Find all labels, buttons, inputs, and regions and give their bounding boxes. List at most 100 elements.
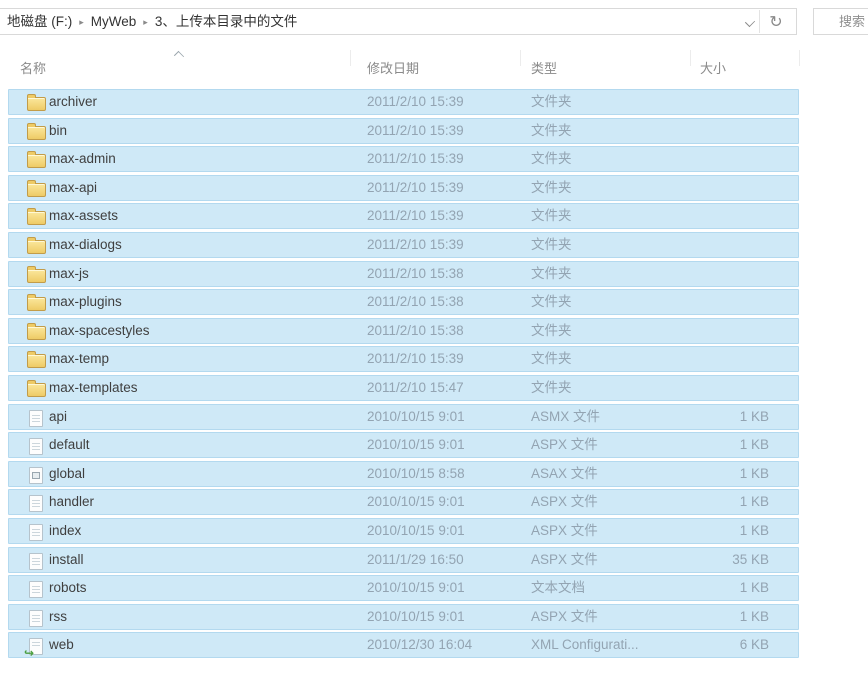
column-header-size[interactable]: 大小 <box>700 58 726 77</box>
column-header-row: 名称 修改日期 类型 大小 <box>0 46 868 84</box>
sort-ascending-icon <box>173 50 185 62</box>
document-icon <box>29 609 43 627</box>
file-row[interactable]: rss 2010/10/15 9:01 ASPX 文件 1 KB <box>8 603 799 630</box>
file-date-modified: 2011/2/10 15:39 <box>367 151 464 167</box>
chevron-down-icon[interactable] <box>744 16 756 28</box>
file-type: 文本文档 <box>531 580 585 596</box>
breadcrumb-item[interactable]: MyWeb <box>87 14 141 29</box>
file-date-modified: 2011/2/10 15:39 <box>367 94 464 109</box>
document-icon <box>29 495 43 513</box>
file-row[interactable]: max-plugins 2011/2/10 15:38 文件夹 <box>8 289 799 316</box>
file-row[interactable]: web 2010/12/30 16:04 XML Configurati... … <box>8 632 799 660</box>
file-type: 文件夹 <box>531 236 572 252</box>
file-name: max-plugins <box>49 294 122 310</box>
file-size: 35 KB <box>732 551 769 567</box>
folder-icon <box>27 351 46 369</box>
file-date-modified: 2011/2/10 15:39 <box>367 179 464 195</box>
breadcrumb-item[interactable]: 地磁盘 (F:) <box>3 14 76 29</box>
xml-config-icon <box>24 638 43 660</box>
folder-icon <box>27 179 46 197</box>
file-type: XML Configurati... <box>531 637 639 653</box>
file-row[interactable]: max-js 2011/2/10 15:38 文件夹 <box>8 260 799 287</box>
file-date-modified: 2010/12/30 16:04 <box>367 637 473 653</box>
file-date-modified: 2010/10/15 9:01 <box>367 608 465 624</box>
file-row[interactable]: max-dialogs 2011/2/10 15:39 文件夹 <box>8 231 799 258</box>
column-header-date[interactable]: 修改日期 <box>367 58 419 77</box>
file-name: web <box>49 637 74 653</box>
folder-icon <box>27 236 46 254</box>
file-row[interactable]: bin 2011/2/10 15:39 文件夹 <box>8 117 799 144</box>
column-header-type[interactable]: 类型 <box>531 58 557 77</box>
file-row[interactable]: default 2010/10/15 9:01 ASPX 文件 1 KB <box>8 432 799 459</box>
file-date-modified: 2011/2/10 15:38 <box>367 265 464 281</box>
document-icon <box>29 523 43 541</box>
folder-icon <box>27 265 46 283</box>
file-name: default <box>49 437 90 453</box>
file-type: 文件夹 <box>531 351 572 367</box>
file-size: 6 KB <box>739 637 769 653</box>
file-row[interactable]: max-spacestyles 2011/2/10 15:38 文件夹 <box>8 317 799 344</box>
folder-icon <box>27 94 46 111</box>
file-name: max-js <box>49 265 89 281</box>
refresh-button[interactable]: ↻ <box>762 9 790 34</box>
file-name: max-temp <box>49 351 110 367</box>
file-date-modified: 2011/2/10 15:39 <box>367 122 464 138</box>
file-date-modified: 2010/10/15 9:01 <box>367 580 465 596</box>
folder-icon <box>27 379 46 397</box>
address-bar[interactable]: 地磁盘 (F:) ▸ MyWeb ▸ 3、上传本目录中的文件 ↻ <box>0 8 797 35</box>
document-icon <box>29 581 43 599</box>
file-row[interactable]: max-temp 2011/2/10 15:39 文件夹 <box>8 346 799 373</box>
file-name: max-admin <box>49 151 116 167</box>
search-label: 搜索 <box>839 14 866 29</box>
file-row[interactable]: api 2010/10/15 9:01 ASMX 文件 1 KB <box>8 403 799 430</box>
file-type: ASAX 文件 <box>531 465 598 481</box>
file-row[interactable]: install 2011/1/29 16:50 ASPX 文件 35 KB <box>8 546 799 573</box>
file-date-modified: 2010/10/15 9:01 <box>367 437 465 453</box>
breadcrumb-item[interactable]: 3、上传本目录中的文件 <box>151 14 302 29</box>
file-date-modified: 2011/2/10 15:47 <box>367 379 464 395</box>
file-name: bin <box>49 122 68 138</box>
file-row[interactable]: index 2010/10/15 9:01 ASPX 文件 1 KB <box>8 517 799 544</box>
file-row[interactable]: max-assets 2011/2/10 15:39 文件夹 <box>8 203 799 230</box>
file-size: 1 KB <box>739 437 769 453</box>
file-date-modified: 2010/10/15 9:01 <box>367 522 465 538</box>
file-name: install <box>49 551 84 567</box>
file-name: max-dialogs <box>49 236 122 252</box>
file-row[interactable]: handler 2010/10/15 9:01 ASPX 文件 1 KB <box>8 489 799 516</box>
file-date-modified: 2011/1/29 16:50 <box>367 551 464 567</box>
file-date-modified: 2011/2/10 15:39 <box>367 236 464 252</box>
file-date-modified: 2010/10/15 9:01 <box>367 494 465 510</box>
file-row[interactable]: archiver 2011/2/10 15:39 文件夹 <box>8 89 799 115</box>
file-name: global <box>49 465 86 481</box>
file-type: ASPX 文件 <box>531 522 598 538</box>
file-type: 文件夹 <box>531 179 572 195</box>
file-name: rss <box>49 608 67 624</box>
column-divider <box>350 50 351 66</box>
search-input[interactable]: 搜索 <box>813 8 868 35</box>
folder-icon <box>27 208 46 226</box>
file-date-modified: 2010/10/15 8:58 <box>367 465 465 481</box>
document-icon <box>29 438 43 456</box>
file-type: 文件夹 <box>531 322 572 338</box>
file-row[interactable]: max-templates 2011/2/10 15:47 文件夹 <box>8 374 799 401</box>
file-name: archiver <box>49 94 98 109</box>
file-list: archiver 2011/2/10 15:39 文件夹 bin 2011/2/… <box>8 89 799 661</box>
column-header-name[interactable]: 名称 <box>20 58 46 77</box>
file-row[interactable]: global 2010/10/15 8:58 ASAX 文件 1 KB <box>8 460 799 487</box>
file-type: ASPX 文件 <box>531 608 598 624</box>
file-name: max-assets <box>49 208 119 224</box>
file-row[interactable]: max-admin 2011/2/10 15:39 文件夹 <box>8 146 799 173</box>
file-type: ASPX 文件 <box>531 437 598 453</box>
file-name: api <box>49 408 68 424</box>
folder-icon <box>27 322 46 340</box>
file-size: 1 KB <box>739 494 769 510</box>
folder-icon <box>27 294 46 312</box>
file-type: 文件夹 <box>531 265 572 281</box>
file-date-modified: 2011/2/10 15:38 <box>367 322 464 338</box>
file-row[interactable]: robots 2010/10/15 9:01 文本文档 1 KB <box>8 575 799 602</box>
file-date-modified: 2010/10/15 9:01 <box>367 408 465 424</box>
file-size: 1 KB <box>739 580 769 596</box>
file-name: max-spacestyles <box>49 322 150 338</box>
file-row[interactable]: max-api 2011/2/10 15:39 文件夹 <box>8 174 799 201</box>
file-size: 1 KB <box>739 608 769 624</box>
